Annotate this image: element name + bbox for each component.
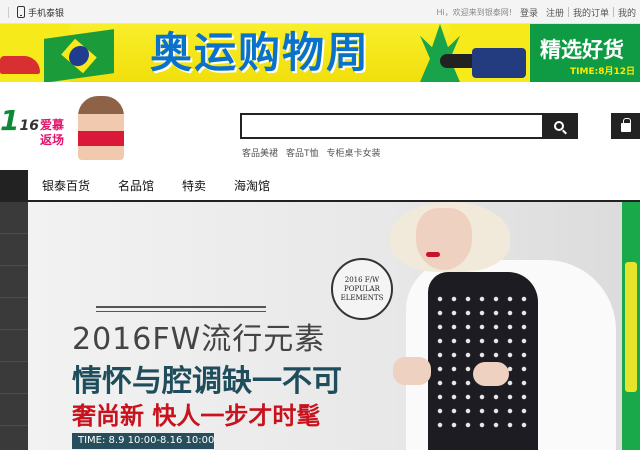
right-side-ad[interactable] (622, 202, 640, 450)
login-link[interactable]: 登录 (516, 6, 542, 19)
search-button[interactable] (542, 115, 576, 137)
category-item[interactable] (0, 202, 28, 234)
hero-banner[interactable]: 2016FW流行元素 情怀与腔调缺一不可 奢尚新 快人一步才时髦 TIME: 8… (28, 202, 622, 450)
promo-time: TIME:8月12日 (570, 67, 635, 77)
nav-item-brand-hall[interactable]: 名品馆 (104, 177, 168, 194)
hero-headline: 2016FW流行元素 (72, 322, 326, 357)
promo-title: 奥运购物周 (150, 28, 371, 77)
model-face (416, 208, 472, 270)
hero-cta: 奢尚新 快人一步才时髦 (72, 402, 321, 430)
headline-rule (96, 311, 266, 312)
mobile-link[interactable]: 手机泰银 (17, 6, 64, 19)
logo-main: 1 (0, 104, 20, 137)
register-link[interactable]: 注册 (542, 6, 568, 19)
mobile-label: 手机泰银 (28, 8, 65, 19)
category-menu-toggle[interactable] (0, 170, 28, 202)
ad-text: 爱慕 返场 (40, 118, 65, 147)
hot-word-link[interactable]: 专柜桌卡女装 (327, 146, 381, 159)
nav-item-sale[interactable]: 特卖 (168, 177, 220, 194)
my-account-link[interactable]: 我的 (614, 6, 640, 19)
popular-elements-badge: 2016 F/W POPULAR ELEMENTS (331, 258, 393, 320)
promo-slogan: 精选好货 (540, 38, 624, 62)
nav-item-overseas[interactable]: 海淘馆 (220, 177, 284, 194)
category-item[interactable] (0, 298, 28, 330)
search-input[interactable] (242, 116, 540, 138)
category-item[interactable] (0, 394, 28, 426)
badge-line: ELEMENTS (340, 293, 384, 302)
hero-time: TIME: 8.9 10:00-8.16 10:00 (72, 433, 214, 449)
hero-subhead: 情怀与腔调缺一不可 (72, 364, 342, 399)
badge-line: 2016 F/W (344, 275, 380, 284)
hot-word-link[interactable]: 客品美裙 (242, 146, 278, 159)
ad-model-image (78, 96, 124, 160)
cart-button[interactable] (611, 113, 640, 139)
headline-rule (96, 306, 266, 308)
category-item[interactable] (0, 362, 28, 394)
hot-word-link[interactable]: 客品T恤 (286, 146, 319, 159)
my-orders-link[interactable]: 我的订单 (569, 6, 613, 19)
model-hand (393, 357, 431, 385)
nav-items: 银泰百货 名品馆 特卖 海淘馆 (28, 170, 284, 200)
badge-line: POPULAR (344, 284, 380, 293)
hot-search-words: 客品美裙 客品T恤 专柜桌卡女装 (242, 146, 381, 159)
greeting-text: Hi，欢迎来到银泰网! (436, 7, 512, 17)
main-nav: 银泰百货 名品馆 特卖 海淘馆 (0, 170, 640, 202)
category-sidebar (0, 202, 28, 450)
header-ad[interactable]: 爱慕 返场 (40, 96, 126, 160)
category-item[interactable] (0, 330, 28, 362)
divider (8, 6, 9, 18)
topbar-left: 手机泰银 (0, 0, 64, 24)
logo-sub: 16 (19, 118, 39, 134)
search-box (240, 113, 578, 139)
brazil-flag-graphic (44, 29, 114, 82)
model-hand (473, 362, 509, 386)
search-icon (554, 121, 564, 131)
topbar-right: Hi，欢迎来到银泰网! 登录 注册 我的订单 我的 (432, 0, 640, 24)
phone-icon (17, 6, 25, 18)
nav-item-yintai-department[interactable]: 银泰百货 (28, 177, 104, 194)
shoe-graphic (0, 56, 40, 74)
site-logo[interactable]: 116 (0, 104, 39, 137)
handbag-graphic (472, 48, 526, 78)
model-lips (426, 252, 440, 257)
top-utility-bar: 手机泰银 Hi，欢迎来到银泰网! 登录 注册 我的订单 我的 (0, 0, 640, 24)
shopping-bag-icon (620, 118, 631, 132)
category-item[interactable] (0, 266, 28, 298)
olympic-promo-banner[interactable]: 奥运购物周 精选好货 TIME:8月12日 (0, 24, 640, 82)
site-header: 116 爱慕 返场 客品美裙 客品T恤 专柜桌卡女装 (0, 82, 640, 170)
category-item[interactable] (0, 234, 28, 266)
